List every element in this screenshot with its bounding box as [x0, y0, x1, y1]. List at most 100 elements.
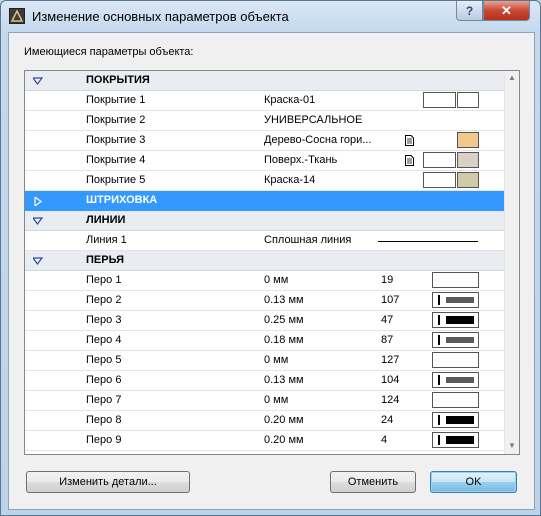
covering-row[interactable]: Покрытие 5 Краска-14: [25, 171, 504, 191]
pen-sample-bar: [446, 337, 474, 343]
covering-row[interactable]: Покрытие 2 УНИВЕРСАЛЬНОЕ: [25, 111, 504, 131]
color-swatch[interactable]: [423, 172, 456, 188]
pen-number: 47: [381, 314, 394, 326]
dialog-body: Имеющиеся параметры объекта: ПОКРЫТИЯ Пок…: [8, 32, 535, 510]
section-header-coverings[interactable]: ПОКРЫТИЯ: [25, 71, 504, 91]
pen-sample[interactable]: [432, 332, 479, 348]
pen-row[interactable]: Перо 1 0 мм 19: [25, 271, 504, 291]
expand-triangle-icon[interactable]: [33, 197, 43, 206]
line-row[interactable]: Линия 1 Сплошная линия: [25, 231, 504, 251]
section-header-hatching[interactable]: ШТРИХОВКА: [25, 191, 504, 211]
pen-sample[interactable]: [432, 372, 479, 388]
color-swatch[interactable]: [457, 172, 479, 188]
color-swatch[interactable]: [423, 152, 456, 168]
collapse-triangle-icon[interactable]: [33, 77, 43, 86]
pen-name: Перо 1: [86, 274, 122, 286]
pen-sample-bar: [446, 416, 474, 424]
pen-sample-bar: [446, 316, 474, 324]
pen-sample-tick: [438, 315, 440, 325]
line-name: Линия 1: [86, 234, 127, 246]
pen-sample[interactable]: [432, 432, 479, 448]
window-title: Изменение основных параметров объекта: [32, 9, 289, 24]
covering-value: Дерево-Сосна гори...: [264, 134, 372, 146]
title-bar[interactable]: Изменение основных параметров объекта ? …: [1, 1, 540, 33]
pen-width-value: 0 мм: [264, 354, 289, 366]
vertical-scrollbar[interactable]: ▲ ▼: [504, 71, 519, 454]
pen-sample[interactable]: [432, 352, 479, 368]
covering-name: Покрытие 3: [86, 134, 146, 146]
pen-name: Перо 5: [86, 354, 122, 366]
section-label: ПЕРЬЯ: [86, 254, 124, 266]
color-swatch[interactable]: [457, 152, 479, 168]
pen-sample[interactable]: [432, 412, 479, 428]
color-swatch[interactable]: [457, 132, 479, 148]
pen-number: 127: [381, 354, 400, 366]
pen-sample-tick: [438, 335, 440, 345]
cancel-button[interactable]: Отменить: [330, 471, 416, 493]
pen-width-value: 0.20 мм: [264, 414, 304, 426]
group-label: Имеющиеся параметры объекта:: [24, 46, 194, 58]
pen-name: Перо 4: [86, 334, 122, 346]
collapse-triangle-icon[interactable]: [33, 217, 43, 226]
help-button[interactable]: ?: [456, 1, 483, 21]
document-icon[interactable]: [405, 155, 414, 166]
pen-sample[interactable]: [432, 312, 479, 328]
dialog-window: Изменение основных параметров объекта ? …: [0, 0, 541, 516]
document-icon[interactable]: [405, 135, 414, 146]
covering-row[interactable]: Покрытие 4 Поверх.-Ткань: [25, 151, 504, 171]
line-sample: [378, 241, 478, 242]
pen-name: Перо 2: [86, 294, 122, 306]
pen-row[interactable]: Перо 4 0.18 мм 87: [25, 331, 504, 351]
pen-name: Перо 6: [86, 374, 122, 386]
scroll-down-arrow-icon[interactable]: ▼: [508, 441, 516, 450]
pen-width-value: 0.20 мм: [264, 434, 304, 446]
pen-row[interactable]: Перо 7 0 мм 124: [25, 391, 504, 411]
section-header-pens[interactable]: ПЕРЬЯ: [25, 251, 504, 271]
pen-width-value: 0 мм: [264, 394, 289, 406]
pen-number: 107: [381, 294, 400, 306]
covering-name: Покрытие 4: [86, 154, 146, 166]
color-swatch[interactable]: [423, 92, 456, 108]
change-details-button[interactable]: Изменить детали...: [26, 471, 190, 493]
covering-value: Краска-01: [264, 94, 316, 106]
covering-name: Покрытие 2: [86, 114, 146, 126]
pen-sample[interactable]: [432, 292, 479, 308]
pen-sample[interactable]: [432, 392, 479, 408]
pen-sample[interactable]: [432, 272, 479, 288]
pen-row[interactable]: Перо 5 0 мм 127: [25, 351, 504, 371]
covering-value: УНИВЕРСАЛЬНОЕ: [264, 114, 363, 126]
pen-number: 19: [381, 274, 394, 286]
pen-width-value: 0.13 мм: [264, 374, 304, 386]
pen-sample-bar: [446, 436, 474, 444]
pen-number: 104: [381, 374, 400, 386]
pen-row[interactable]: Перо 6 0.13 мм 104: [25, 371, 504, 391]
covering-row[interactable]: Покрытие 1 Краска-01: [25, 91, 504, 111]
ok-button[interactable]: OK: [430, 471, 517, 493]
pen-row[interactable]: Перо 2 0.13 мм 107: [25, 291, 504, 311]
color-swatch[interactable]: [457, 92, 479, 108]
covering-value: Краска-14: [264, 174, 316, 186]
scroll-up-arrow-icon[interactable]: ▲: [508, 73, 516, 82]
pen-name: Перо 8: [86, 414, 122, 426]
pen-sample-bar: [446, 297, 474, 303]
pen-row[interactable]: Перо 3 0.25 мм 47: [25, 311, 504, 331]
pen-number: 4: [381, 434, 388, 446]
covering-name: Покрытие 1: [86, 94, 146, 106]
pen-sample-tick: [438, 375, 440, 385]
section-header-lines[interactable]: ЛИНИИ: [25, 211, 504, 231]
pen-name: Перо 9: [86, 434, 122, 446]
pen-sample-tick: [438, 435, 440, 445]
section-label: ШТРИХОВКА: [86, 194, 158, 206]
close-button[interactable]: ✕: [483, 1, 530, 21]
pen-row[interactable]: Перо 8 0.20 мм 24: [25, 411, 504, 431]
covering-row[interactable]: Покрытие 3 Дерево-Сосна гори...: [25, 131, 504, 151]
pen-number: 87: [381, 334, 394, 346]
section-label: ПОКРЫТИЯ: [86, 74, 150, 86]
parameter-list[interactable]: ПОКРЫТИЯ Покрытие 1 Краска-01 Покрытие 2 УНИ…: [24, 70, 520, 455]
pen-sample-tick: [438, 415, 440, 425]
pen-number: 124: [381, 394, 400, 406]
collapse-triangle-icon[interactable]: [33, 257, 43, 266]
pen-row[interactable]: Перо 9 0.20 мм 4: [25, 431, 504, 451]
app-icon: [9, 8, 25, 24]
pen-width-value: 0.25 мм: [264, 314, 304, 326]
